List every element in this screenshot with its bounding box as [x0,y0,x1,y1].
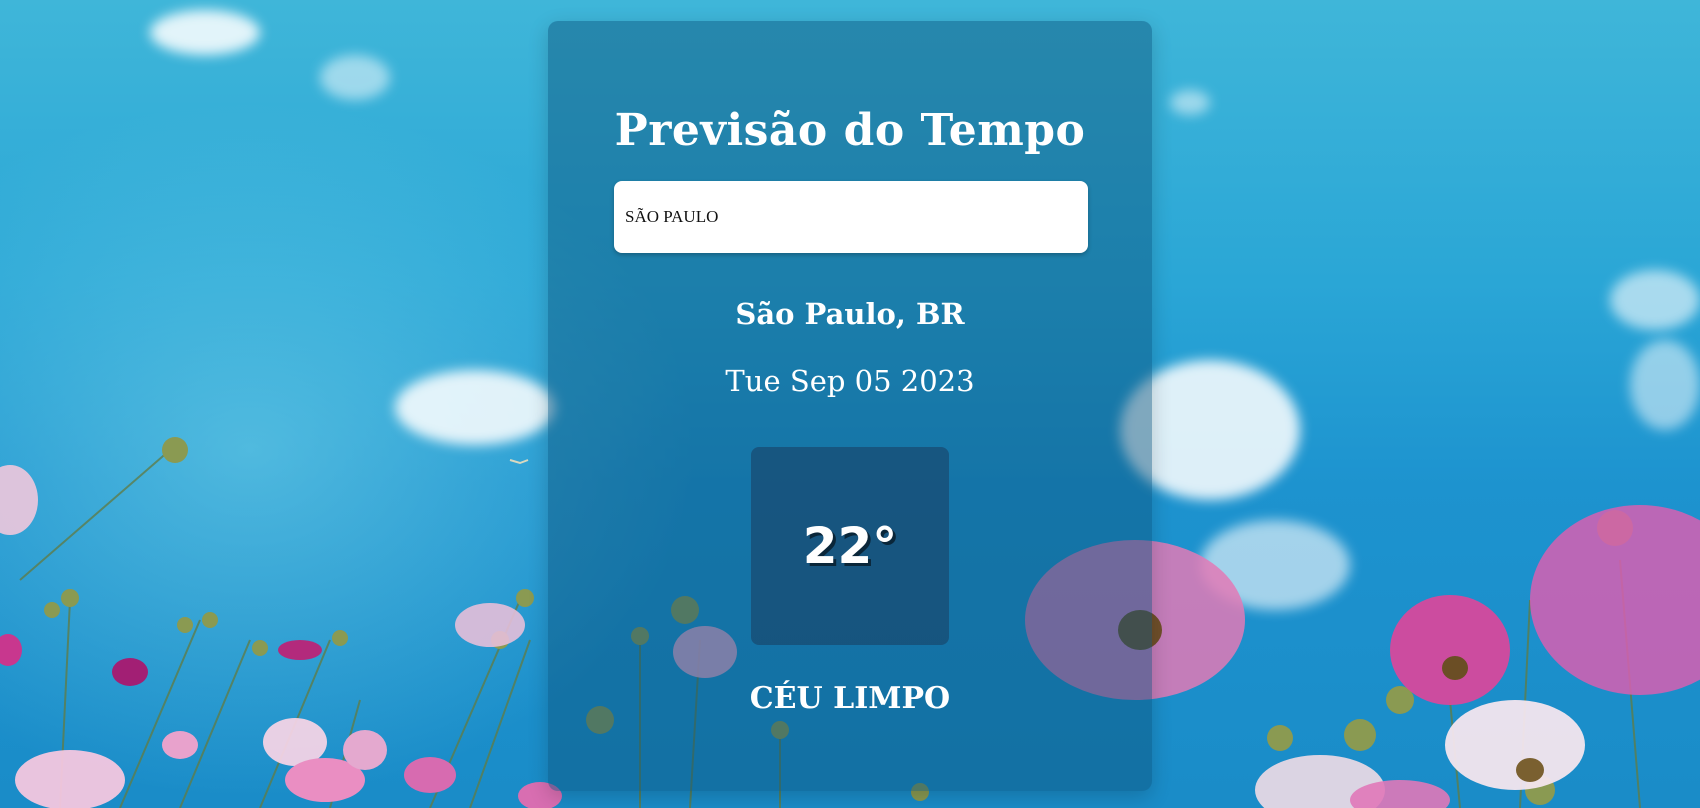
app-title: Previsão do Tempo [614,105,1086,156]
temperature-value: 22° [802,517,898,575]
weather-description: CÉU LIMPO [749,681,951,716]
location-label: São Paulo, BR [735,297,965,331]
weather-card: Previsão do Tempo São Paulo, BR Tue Sep … [548,21,1152,791]
date-label: Tue Sep 05 2023 [725,364,975,398]
city-search-input[interactable] [614,181,1088,253]
temperature-panel: 22° [751,447,949,645]
